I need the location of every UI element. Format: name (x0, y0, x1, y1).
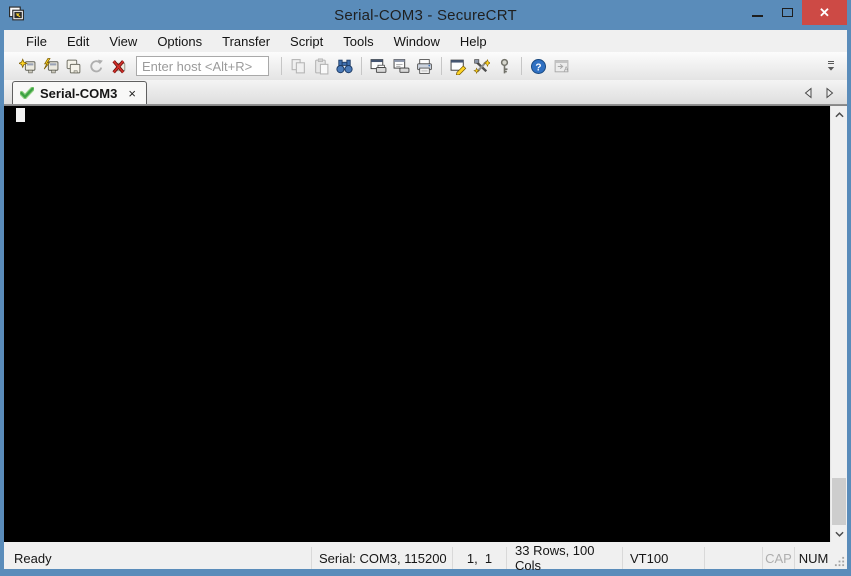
session-options-icon (450, 59, 467, 75)
terminal-screen[interactable] (4, 105, 847, 542)
copy-icon (291, 58, 305, 73)
status-caps-indicator: CAP (762, 547, 794, 569)
toolbar-separator (281, 57, 282, 75)
status-cursor-position: 1, 1 (452, 547, 506, 569)
scroll-down-button[interactable] (831, 525, 847, 542)
menu-options[interactable]: Options (147, 32, 212, 51)
svg-text:?: ? (535, 62, 541, 73)
tab-scroll-right-button[interactable] (825, 87, 835, 99)
status-serial-info: Serial: COM3, 115200 (311, 547, 452, 569)
find-button[interactable] (333, 55, 356, 77)
app-body: File Edit View Options Transfer Script T… (4, 30, 847, 573)
quick-connect-icon (43, 57, 59, 73)
tab-close-button[interactable]: × (128, 87, 136, 100)
tab-scroll-controls (803, 87, 835, 104)
launch-securefx-button[interactable]: A (550, 55, 573, 77)
menu-transfer[interactable]: Transfer (212, 32, 280, 51)
menu-script[interactable]: Script (280, 32, 333, 51)
menu-view[interactable]: View (99, 32, 147, 51)
toolbar-separator (361, 57, 362, 75)
chevron-down-icon (834, 531, 844, 537)
toolbar-separator (521, 57, 522, 75)
global-options-icon (473, 58, 490, 74)
tab-serial-com3[interactable]: Serial-COM3 × (12, 81, 147, 104)
status-bar: Ready Serial: COM3, 115200 1, 1 33 Rows,… (4, 543, 847, 573)
find-icon (336, 59, 353, 73)
quick-connect-button[interactable] (39, 55, 62, 77)
close-button[interactable]: ✕ (802, 0, 847, 25)
connect-icon (19, 57, 36, 73)
menu-edit[interactable]: Edit (57, 32, 99, 51)
menu-file[interactable]: File (16, 32, 57, 51)
key-agent-icon (500, 58, 509, 73)
window-title: Serial-COM3 - SecureCRT (334, 6, 517, 24)
menu-bar: File Edit View Options Transfer Script T… (4, 30, 847, 52)
paste-button[interactable] (310, 55, 333, 77)
key-agent-button[interactable] (493, 55, 516, 77)
toolbar-separator (441, 57, 442, 75)
minimize-button[interactable] (742, 0, 772, 25)
launch-securefx-icon: A (554, 59, 569, 73)
print-preview-button[interactable] (390, 55, 413, 77)
svg-text:A: A (564, 66, 569, 73)
status-emulation: VT100 (622, 547, 704, 569)
status-ready: Ready (14, 550, 52, 566)
scrollbar-thumb[interactable] (832, 478, 846, 525)
connect-in-tab-icon (66, 59, 81, 73)
reconnect-button[interactable] (85, 55, 108, 77)
close-icon: ✕ (819, 4, 830, 20)
menu-tools[interactable]: Tools (333, 32, 383, 51)
menu-window[interactable]: Window (384, 32, 450, 51)
window-controls: ✕ (742, 0, 847, 25)
print-screen-icon (370, 58, 387, 73)
vertical-scrollbar[interactable] (830, 106, 847, 542)
connect-in-tab-button[interactable] (62, 55, 85, 77)
toolbar-overflow-button[interactable] (826, 58, 838, 74)
chevron-up-icon (834, 111, 844, 117)
tab-bar: Serial-COM3 × (4, 80, 847, 105)
status-num-indicator: NUM (794, 547, 832, 569)
tab-scroll-right-icon (826, 87, 834, 99)
tab-label: Serial-COM3 (40, 85, 118, 101)
maximize-button[interactable] (772, 0, 802, 25)
tab-scroll-left-icon (804, 87, 812, 99)
minimize-icon (751, 14, 763, 17)
maximize-icon (781, 8, 793, 17)
copy-button[interactable] (287, 55, 310, 77)
global-options-button[interactable] (470, 55, 493, 77)
toolbar: ? A (4, 52, 847, 80)
connect-button[interactable] (16, 55, 39, 77)
session-options-button[interactable] (447, 55, 470, 77)
paste-icon (315, 57, 329, 74)
print-icon (417, 58, 432, 74)
print-screen-button[interactable] (367, 55, 390, 77)
disconnect-icon (112, 59, 126, 73)
connected-check-icon (20, 87, 34, 99)
toolbar-overflow-icon (827, 60, 835, 71)
help-icon: ? (531, 58, 546, 74)
scroll-up-button[interactable] (831, 106, 847, 123)
menu-help[interactable]: Help (450, 32, 497, 51)
terminal-cursor (16, 108, 25, 122)
titlebar[interactable]: Serial-COM3 - SecureCRT ✕ (0, 0, 851, 30)
resize-grip-icon (834, 556, 845, 567)
status-terminal-size: 33 Rows, 100 Cols (506, 543, 622, 573)
help-button[interactable]: ? (527, 55, 550, 77)
print-button[interactable] (413, 55, 436, 77)
securecrt-window: Serial-COM3 - SecureCRT ✕ File Edit View… (0, 0, 851, 576)
tab-scroll-left-button[interactable] (803, 87, 813, 99)
print-preview-icon (393, 58, 410, 73)
host-input[interactable] (136, 56, 269, 76)
reconnect-icon (90, 59, 103, 72)
status-blank-segment (704, 547, 762, 569)
resize-grip[interactable] (832, 547, 847, 569)
disconnect-button[interactable] (108, 55, 131, 77)
